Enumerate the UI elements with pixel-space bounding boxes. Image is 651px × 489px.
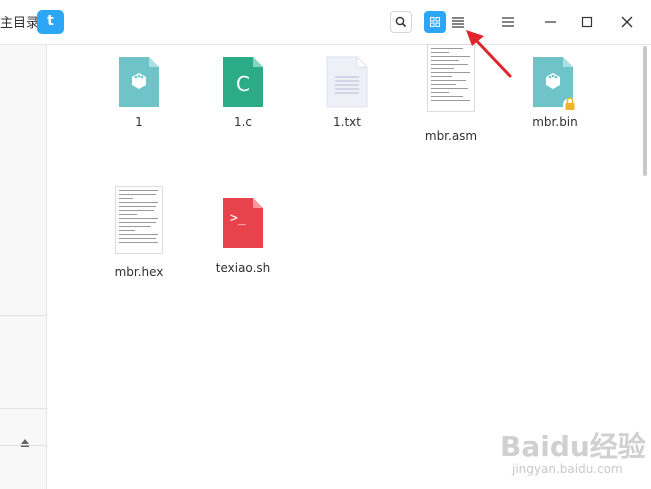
sidebar-divider — [0, 315, 46, 316]
file-item[interactable]: mbr.bin — [507, 55, 603, 129]
breadcrumb-home[interactable]: 主目录 — [0, 12, 39, 31]
svg-text:>_: >_ — [230, 211, 246, 226]
watermark-logo: Baidu经验 — [500, 430, 646, 463]
breadcrumb-current-tab[interactable]: t — [37, 10, 64, 34]
file-item[interactable]: 1.txt — [299, 55, 395, 129]
binary-file-locked-icon — [531, 55, 579, 113]
generic-file-icon — [117, 55, 161, 109]
maximize-button[interactable] — [576, 11, 598, 33]
document-preview-icon — [115, 186, 163, 254]
maximize-icon — [581, 16, 593, 28]
file-item[interactable]: 1 — [91, 55, 187, 129]
annotation-arrow-icon — [466, 30, 512, 78]
file-item[interactable]: C 1.c — [195, 55, 291, 129]
close-button[interactable] — [616, 11, 638, 33]
close-icon — [621, 16, 633, 28]
watermark-url: jingyan.baidu.com — [512, 462, 623, 476]
vertical-scrollbar[interactable] — [643, 46, 647, 176]
file-item[interactable]: mbr.hex — [91, 186, 187, 279]
file-name: 1.c — [233, 115, 253, 129]
c-source-icon: C — [221, 55, 265, 109]
sidebar — [0, 45, 47, 489]
file-name: mbr.bin — [532, 115, 578, 129]
grid-view-icon — [430, 17, 440, 27]
minimize-icon — [545, 21, 556, 23]
search-icon — [395, 16, 407, 28]
search-button[interactable] — [390, 11, 412, 33]
sidebar-divider — [0, 408, 46, 409]
eject-button[interactable] — [20, 433, 30, 452]
file-name: mbr.hex — [114, 265, 164, 279]
shell-script-icon: >_ — [221, 196, 265, 250]
svg-text:C: C — [236, 72, 250, 96]
file-name: 1 — [135, 115, 143, 129]
file-name: mbr.asm — [424, 129, 478, 143]
minimize-button[interactable] — [540, 11, 562, 33]
file-name: 1.txt — [333, 115, 361, 129]
eject-icon — [21, 439, 29, 447]
title-bar: 主目录 t — [0, 0, 651, 45]
icon-view-button[interactable] — [424, 11, 446, 33]
text-file-icon — [325, 55, 369, 109]
file-item[interactable]: >_ texiao.sh — [195, 196, 291, 275]
file-name: texiao.sh — [215, 261, 271, 275]
